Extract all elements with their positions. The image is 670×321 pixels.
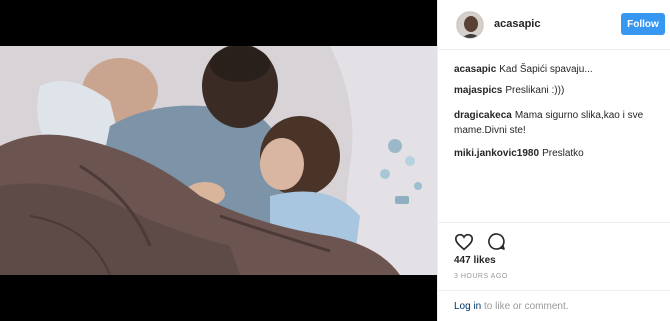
comment-icon[interactable] <box>487 232 506 254</box>
action-icons <box>454 232 516 252</box>
post-timestamp[interactable]: 3 HOURS AGO <box>454 273 508 280</box>
likes-count[interactable]: 447 likes <box>454 255 496 266</box>
login-prompt: Log in to like or comment. <box>438 290 670 321</box>
post-media <box>0 0 437 321</box>
post-side-panel: acasapic Follow acasapic Kad Šapići spava… <box>437 0 670 321</box>
comment-username[interactable]: majaspics <box>454 85 502 96</box>
comment-item: dragicakeca Mama sigurno slika,kao i sve … <box>454 108 666 138</box>
comment-item: majaspics Preslikani :))) <box>454 83 666 98</box>
photo-illustration <box>0 46 437 275</box>
post-author-username[interactable]: acasapic <box>494 18 540 30</box>
post-photo[interactable] <box>0 46 437 275</box>
avatar-image <box>457 12 483 38</box>
post-header: acasapic Follow <box>438 0 670 50</box>
comment-item: miki.jankovic1980 Preslatko <box>454 146 666 161</box>
login-text: Log in to like or comment. <box>454 301 569 312</box>
comment-username[interactable]: acasapic <box>454 64 496 75</box>
login-link[interactable]: Log in <box>454 301 481 312</box>
comment-item: acasapic Kad Šapići spavaju... <box>454 62 666 77</box>
comment-username[interactable]: dragicakeca <box>454 110 512 121</box>
comment-text: Preslikani :))) <box>505 85 565 96</box>
comment-text: Preslatko <box>542 148 584 159</box>
instagram-post: acasapic Follow acasapic Kad Šapići spava… <box>0 0 670 321</box>
comment-icon-svg <box>488 233 505 250</box>
avatar[interactable] <box>456 11 484 39</box>
comment-text: Kad Šapići spavaju... <box>499 64 593 75</box>
heart-icon[interactable] <box>454 233 474 254</box>
comments-list: acasapic Kad Šapići spavaju... majaspics P… <box>454 62 666 169</box>
comment-username[interactable]: miki.jankovic1980 <box>454 148 539 159</box>
heart-icon-svg <box>454 233 474 251</box>
follow-button[interactable]: Follow <box>621 13 665 35</box>
login-rest-text: to like or comment. <box>481 301 569 312</box>
